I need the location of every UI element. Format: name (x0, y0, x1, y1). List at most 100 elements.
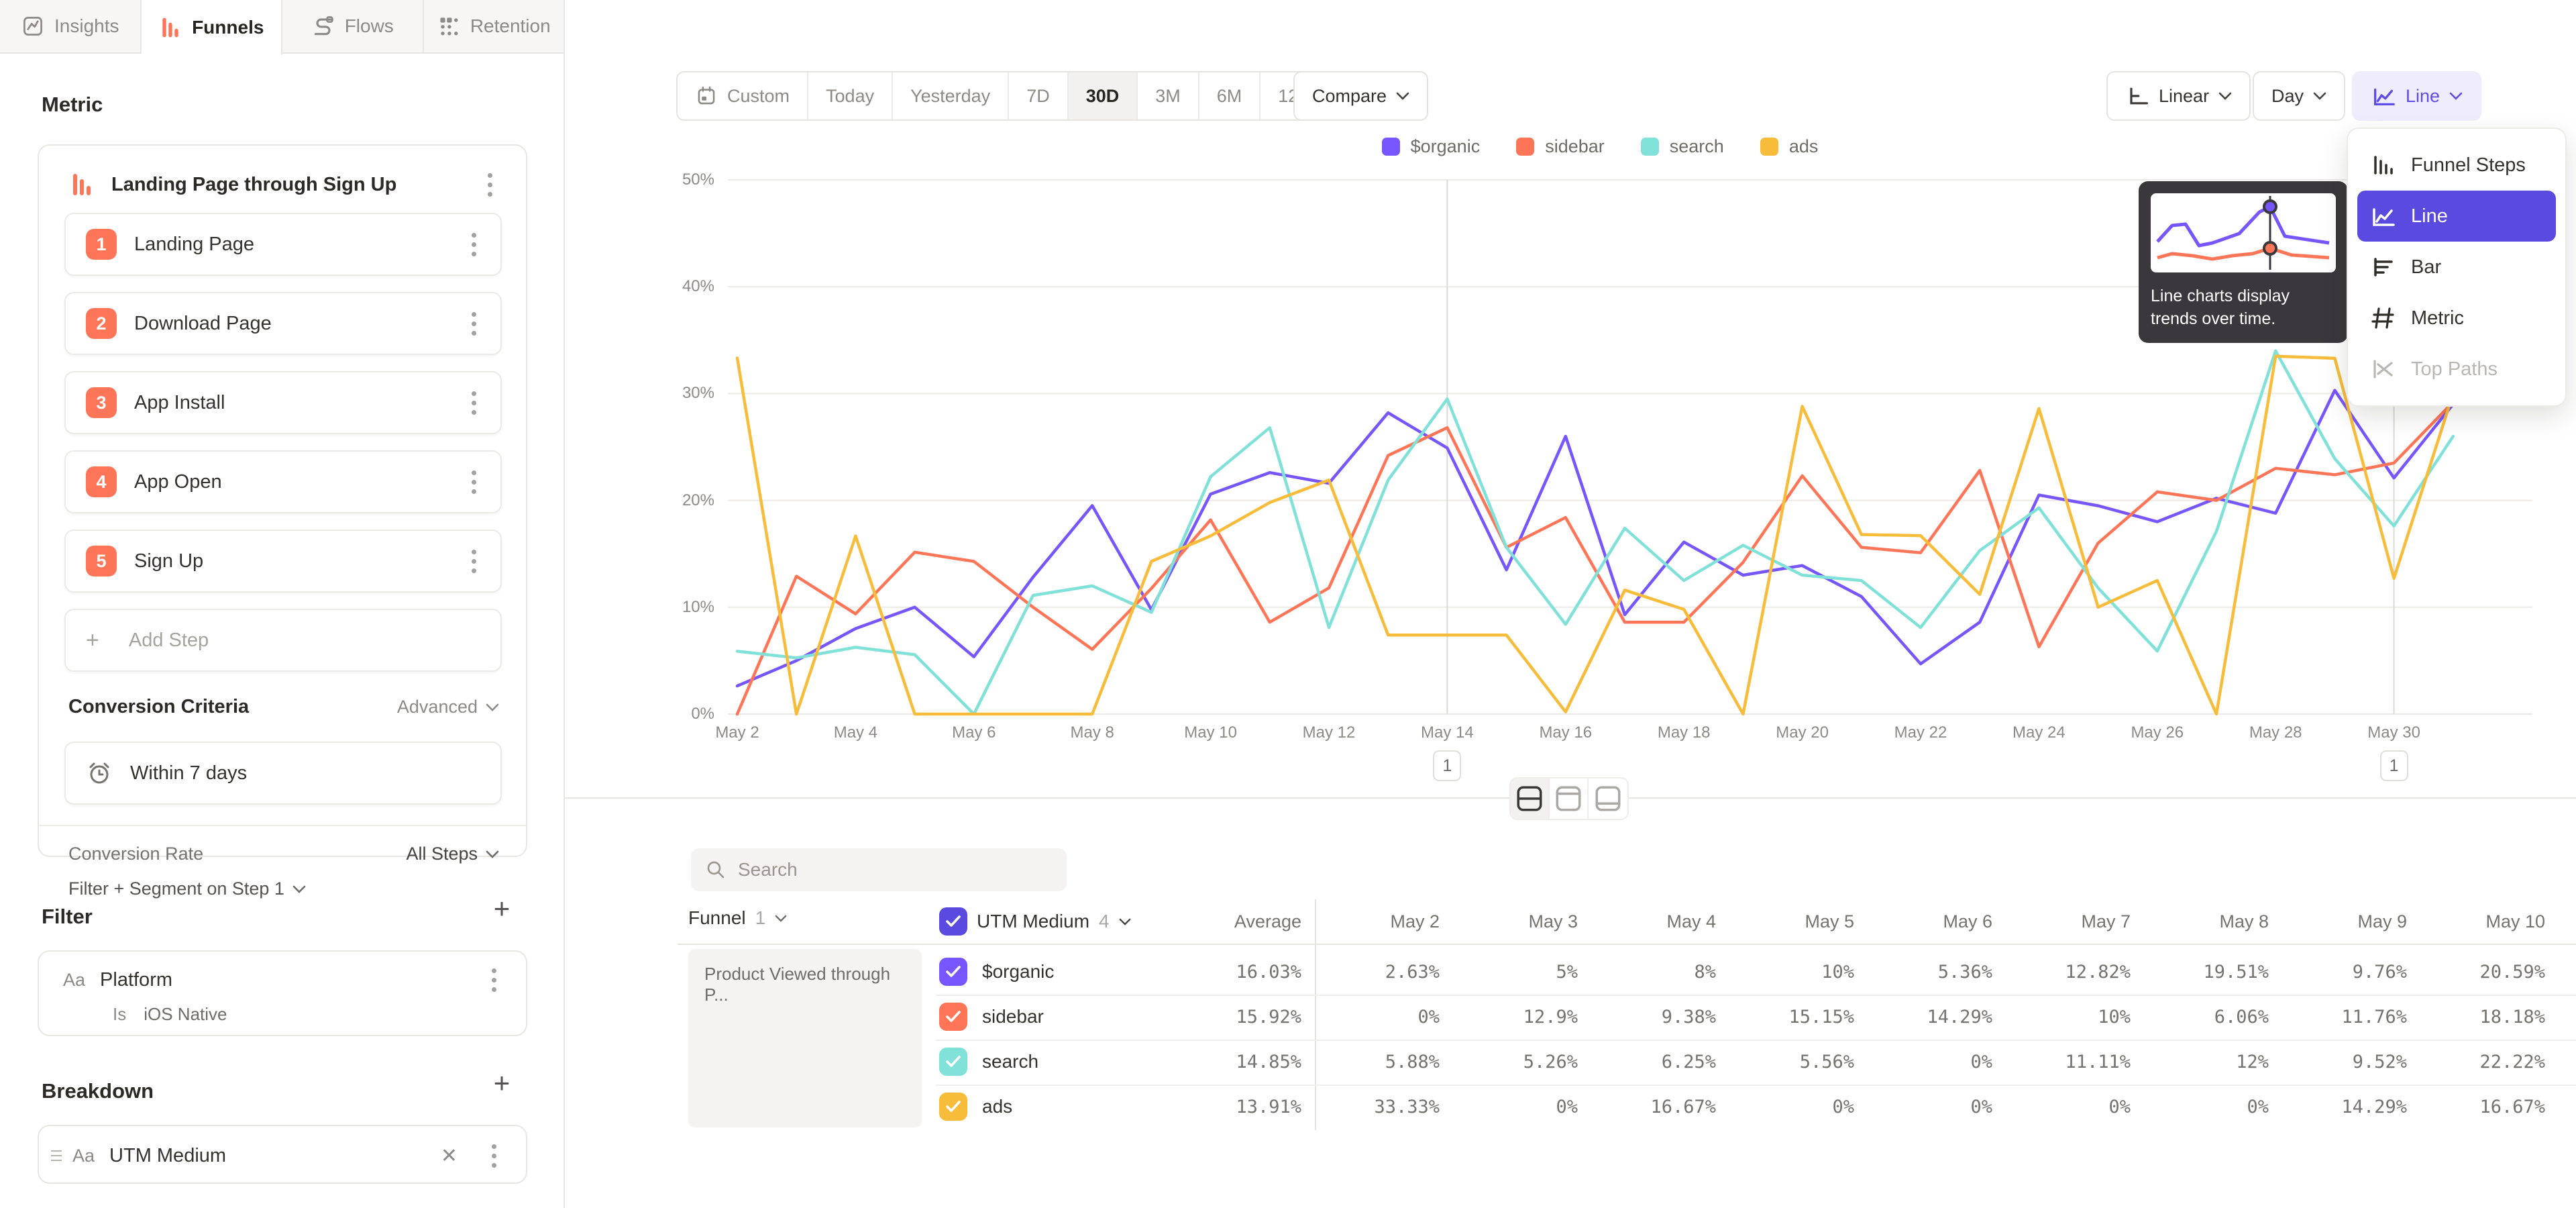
series-checkbox[interactable] (939, 1093, 967, 1121)
table-row-sidebar[interactable]: sidebar (939, 1003, 1044, 1031)
series-line-ads[interactable] (737, 356, 2453, 714)
funnel-col-label: Funnel (688, 907, 746, 929)
range-custom[interactable]: Custom (678, 72, 808, 119)
funnel-step-3[interactable]: 3App Install (64, 371, 502, 434)
kebab-menu-icon[interactable] (462, 309, 486, 338)
menu-item-top-paths: Top Paths (2357, 344, 2556, 395)
legend-item-organic[interactable]: $organic (1382, 136, 1481, 157)
filter-segment-dropdown[interactable]: Filter + Segment on Step 1 (68, 878, 306, 899)
series-checkbox[interactable] (939, 1003, 967, 1031)
step-number-badge: 2 (86, 308, 117, 339)
tab-flows[interactable]: Flows (282, 0, 424, 52)
range-30d[interactable]: 30D (1069, 72, 1138, 119)
table-cell: 6.06% (2135, 1007, 2269, 1027)
tab-insights[interactable]: Insights (0, 0, 142, 52)
chart-type-dropdown[interactable]: Line (2352, 71, 2481, 121)
split-view-icon (1514, 785, 1545, 813)
kebab-menu-icon[interactable] (462, 388, 486, 417)
kebab-menu-icon[interactable] (462, 467, 486, 497)
split-view-button[interactable] (1511, 778, 1550, 819)
line-chart-icon (2369, 203, 2396, 230)
remove-breakdown-icon[interactable]: ✕ (441, 1144, 458, 1168)
add-step-button[interactable]: + Add Step (64, 609, 502, 672)
annotation-badge-may-30[interactable]: 1 (2380, 750, 2408, 781)
legend-swatch (1382, 138, 1400, 156)
chevron-down-icon (775, 915, 787, 922)
filter-property-name[interactable]: Platform (100, 969, 467, 991)
conversion-rate-dropdown[interactable]: All Steps (406, 844, 499, 864)
funnel-column-header[interactable]: Funnel 1 (688, 907, 787, 929)
add-filter-button[interactable]: + (487, 894, 517, 923)
x-axis-tick: May 22 (1874, 723, 1968, 742)
menu-item-bar[interactable]: Bar (2357, 242, 2556, 293)
funnel-name-cell[interactable]: Product Viewed through P... (688, 949, 922, 1127)
breakdown-property-name[interactable]: UTM Medium (109, 1145, 426, 1167)
series-checkbox[interactable] (939, 958, 967, 986)
menu-item-funnel-steps[interactable]: Funnel Steps (2357, 140, 2556, 191)
table-row-organic[interactable]: $organic (939, 958, 1054, 986)
add-breakdown-button[interactable]: + (487, 1068, 517, 1098)
legend-item-ads[interactable]: ads (1760, 136, 1819, 157)
range-7d[interactable]: 7D (1009, 72, 1069, 119)
compare-label: Compare (1312, 86, 1387, 107)
funnel-step-1[interactable]: 1Landing Page (64, 213, 502, 276)
range-6m[interactable]: 6M (1199, 72, 1261, 119)
funnel-metric-icon (68, 171, 95, 198)
kebab-menu-icon[interactable] (462, 546, 486, 576)
legend-item-search[interactable]: search (1641, 136, 1724, 157)
x-axis-tick: May 10 (1164, 723, 1258, 742)
search-input[interactable] (738, 859, 1020, 880)
scale-label: Linear (2159, 86, 2209, 107)
filter-value: iOS Native (144, 1004, 227, 1024)
x-axis-tick: May 18 (1637, 723, 1731, 742)
menu-item-metric[interactable]: Metric (2357, 293, 2556, 344)
tab-funnels[interactable]: Funnels (142, 0, 283, 55)
menu-item-label: Metric (2411, 307, 2464, 330)
series-line-search[interactable] (737, 351, 2453, 714)
legend-label: search (1670, 136, 1724, 157)
funnel-name-text: Product Viewed through P... (704, 964, 890, 1005)
compare-button[interactable]: Compare (1293, 71, 1428, 121)
kebab-menu-icon[interactable] (462, 230, 486, 259)
table-cell: 14.29% (1858, 1007, 1992, 1027)
tab-retention[interactable]: Retention (424, 0, 564, 52)
filter-condition[interactable]: IsiOS Native (113, 1004, 227, 1025)
scale-dropdown[interactable]: Linear (2106, 71, 2251, 121)
y-axis-tick: 20% (641, 491, 714, 510)
series-line-sidebar[interactable] (737, 402, 2453, 714)
chart-only-view-button[interactable] (1550, 778, 1589, 819)
step-label: App Open (134, 471, 444, 493)
advanced-dropdown[interactable]: Advanced (397, 697, 499, 717)
funnel-step-4[interactable]: 4App Open (64, 450, 502, 513)
menu-item-line[interactable]: Line (2357, 191, 2556, 242)
interval-dropdown[interactable]: Day (2253, 71, 2345, 121)
legend-item-sidebar[interactable]: sidebar (1516, 136, 1605, 157)
table-row-ads[interactable]: ads (939, 1093, 1012, 1121)
funnel-step-2[interactable]: 2Download Page (64, 292, 502, 355)
kebab-menu-icon[interactable] (482, 965, 506, 995)
table-cell: 5.56% (1720, 1052, 1854, 1072)
series-line-organic[interactable] (737, 391, 2453, 687)
funnel-step-5[interactable]: 5Sign Up (64, 530, 502, 593)
series-checkbox[interactable] (939, 1048, 967, 1076)
breakdown-column-header[interactable]: UTM Medium 4 (939, 907, 1131, 936)
breakdown-checkbox[interactable] (939, 907, 967, 936)
kebab-menu-icon[interactable] (482, 1141, 506, 1170)
drag-handle-icon[interactable] (51, 1150, 62, 1161)
annotation-badge-may-14[interactable]: 1 (1433, 750, 1461, 781)
conversion-rate-label: Conversion Rate (68, 844, 406, 864)
report-tabs: Insights Funnels Flows Retention (0, 0, 565, 54)
x-axis-tick: May 20 (1756, 723, 1849, 742)
range-3m[interactable]: 3M (1138, 72, 1199, 119)
kebab-menu-icon[interactable] (478, 170, 502, 199)
table-only-view-button[interactable] (1589, 778, 1627, 819)
range-today[interactable]: Today (808, 72, 893, 119)
table-cell: 8% (1582, 962, 1716, 983)
legend-label: ads (1789, 136, 1819, 157)
conversion-window-button[interactable]: Within 7 days (64, 742, 502, 805)
column-header-may-7: May 7 (2010, 911, 2131, 932)
table-cell: 12.82% (1996, 962, 2131, 983)
table-row-search[interactable]: search (939, 1048, 1038, 1076)
funnel-col-count: 1 (755, 907, 766, 929)
range-yesterday[interactable]: Yesterday (893, 72, 1009, 119)
